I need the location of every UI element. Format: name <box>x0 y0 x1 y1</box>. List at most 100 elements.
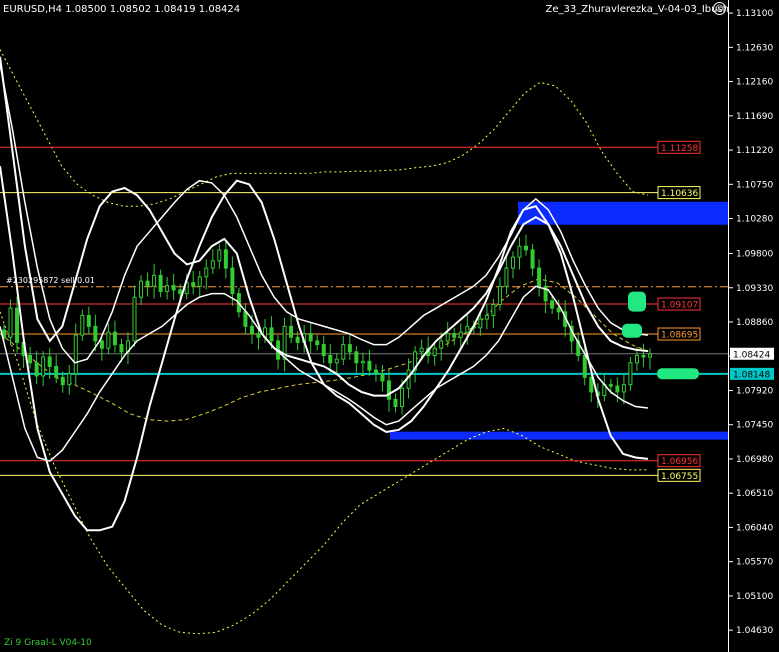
candle-body <box>93 325 98 342</box>
y-tick-label: 1.05100 <box>736 592 773 602</box>
candle-body <box>484 314 489 320</box>
y-tick-label: 1.04630 <box>736 626 773 636</box>
candle-body <box>165 285 170 292</box>
y-tick-label: 1.11220 <box>736 146 773 156</box>
y-tick-label: 1.12160 <box>736 78 773 88</box>
candle-body <box>249 325 254 335</box>
footer-label: Zi 9 Graal-L V04-10 <box>4 638 92 648</box>
smiley-icon[interactable]: ☺ <box>713 2 726 15</box>
candle-body <box>145 280 150 287</box>
candle-body <box>171 285 176 291</box>
candle-body <box>269 327 274 342</box>
candle-body <box>386 380 391 400</box>
signal-marker <box>622 323 642 338</box>
symbol-info: EURUSD,H4 1.08500 1.08502 1.08419 1.0842… <box>3 4 241 15</box>
y-tick-label: 1.11690 <box>736 112 773 122</box>
candle-body <box>517 245 522 258</box>
price-axis-separator <box>728 0 729 652</box>
candle-body <box>256 333 261 338</box>
candle-body <box>210 260 215 269</box>
candle-body <box>230 267 235 295</box>
candle-body <box>289 325 294 338</box>
y-tick-label: 1.10280 <box>736 215 773 225</box>
y-tick-label: 1.09800 <box>736 250 773 260</box>
candle-body <box>537 267 542 287</box>
y-tick-label: 1.13100 <box>736 9 773 19</box>
candle-body <box>86 314 91 327</box>
candle-body <box>497 285 502 306</box>
candle-body <box>360 360 365 364</box>
candle-body <box>341 344 346 360</box>
candle-body <box>648 353 652 358</box>
candle-body <box>8 307 13 338</box>
candle-body <box>80 314 85 336</box>
candle-body <box>634 355 639 364</box>
candle-body <box>204 267 209 278</box>
candle-body <box>510 256 515 269</box>
candle-body <box>445 333 450 342</box>
candle-body <box>556 307 561 313</box>
candle-body <box>315 340 320 346</box>
candle-body <box>334 358 339 364</box>
candle-body <box>393 398 398 407</box>
candle-body <box>41 356 46 377</box>
candle-body <box>106 331 111 349</box>
y-tick-label: 1.05570 <box>736 558 773 568</box>
candle-body <box>367 360 372 371</box>
candle-body <box>419 347 424 353</box>
candle-body <box>132 296 137 342</box>
candle-body <box>197 276 202 287</box>
price-chart[interactable]: 1.13100 1.12630 1.12160 1.11690 1.11220 1.107… <box>0 0 779 652</box>
candle-body <box>524 245 529 251</box>
candle-body <box>641 355 646 358</box>
current-price-label: 1.08424 <box>733 350 770 360</box>
order-label[interactable]: #230295872 sell 0.01 <box>6 276 95 285</box>
candle-body <box>354 351 359 364</box>
y-tick-label: 1.06510 <box>736 489 773 499</box>
candle-body <box>465 325 470 333</box>
candle-body <box>400 387 405 407</box>
price-level-label: 1.06755 <box>661 472 698 482</box>
candle-body <box>60 376 65 386</box>
candle-body <box>615 385 620 393</box>
y-tick-label: 1.10750 <box>736 180 773 190</box>
signal-marker <box>628 291 646 312</box>
candle-body <box>491 304 496 316</box>
y-tick-label: 1.06040 <box>736 523 773 533</box>
candle-body <box>452 333 457 338</box>
indicator-name: Ze_33_Zhuravlerezka_V-04-03_Ibush <box>545 4 729 15</box>
candle-body <box>73 334 78 375</box>
price-level-label: 1.08695 <box>661 331 698 341</box>
price-level-label: 1.10636 <box>661 189 698 199</box>
candle-body <box>34 362 39 377</box>
candle-body <box>223 249 228 269</box>
candle-body <box>621 384 626 393</box>
candle-body <box>47 356 52 367</box>
candle-body <box>28 355 33 364</box>
candle-body <box>191 282 196 287</box>
y-tick-label: 1.09330 <box>736 284 773 294</box>
y-tick-label: 1.08860 <box>736 318 773 328</box>
y-tick-label: 1.07920 <box>736 386 773 396</box>
chart-area[interactable]: 1.13100 1.12630 1.12160 1.11690 1.11220 1.107… <box>0 0 779 652</box>
candle-body <box>478 318 483 329</box>
candle-body <box>530 249 535 269</box>
y-tick-label: 1.12630 <box>736 43 773 53</box>
y-tick-label: 1.06980 <box>736 455 773 465</box>
candle-body <box>295 336 300 343</box>
candle-body <box>328 355 333 364</box>
candle-body <box>347 344 352 353</box>
price-level-label: 1.06956 <box>661 457 698 467</box>
candle-body <box>158 274 163 292</box>
price-level-label: 1.09107 <box>661 300 698 310</box>
candle-body <box>152 274 157 287</box>
candle-body <box>380 373 385 382</box>
candle-body <box>321 344 326 357</box>
candle-body <box>458 331 463 338</box>
candle-body <box>119 344 124 353</box>
candle-body <box>550 300 555 309</box>
candle-body <box>373 369 378 375</box>
candle-body <box>217 249 222 262</box>
envelope-upper-line <box>0 49 649 207</box>
candle-body <box>67 373 72 386</box>
